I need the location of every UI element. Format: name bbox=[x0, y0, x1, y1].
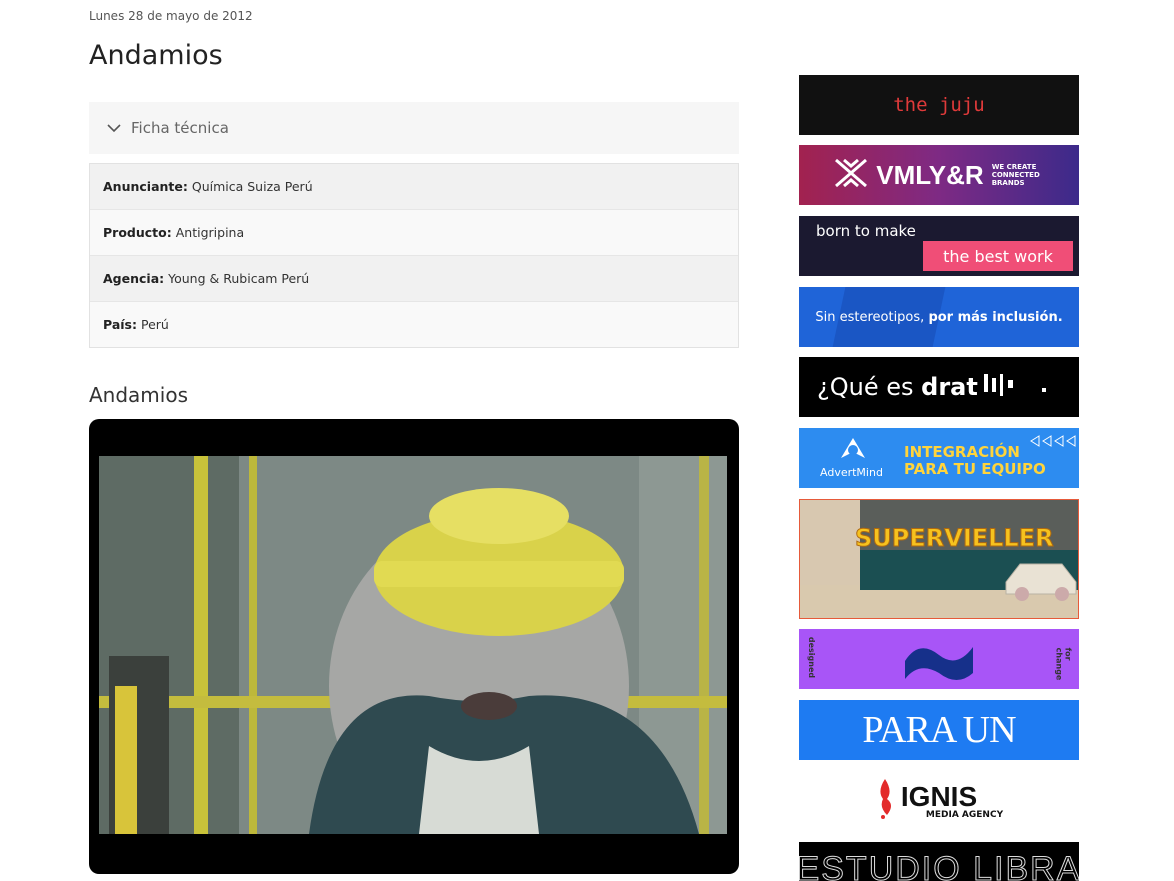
ficha-tecnica-accordion[interactable]: Ficha técnica bbox=[89, 102, 739, 154]
ad-tagline: MEDIA AGENCY bbox=[925, 809, 1004, 820]
ad-text: PARA UN bbox=[862, 709, 1016, 751]
spec-row-pais: País: Perú bbox=[90, 302, 738, 347]
ad-line1: INTEGRACIÓN bbox=[904, 443, 1020, 461]
ad-estudio-libra[interactable]: ESTUDIO LIBRA bbox=[799, 842, 1079, 881]
arrows-icon bbox=[1029, 432, 1077, 451]
ad-brand: VMLY&R bbox=[876, 159, 984, 190]
spec-row-agencia: Agencia: Young & Rubicam Perú bbox=[90, 256, 738, 302]
video-title: Andamios bbox=[89, 383, 189, 407]
ad-line2: the best work bbox=[923, 241, 1073, 271]
spec-row-anunciante: Anunciante: Química Suiza Perú bbox=[90, 164, 738, 210]
spec-value: Antigripina bbox=[175, 225, 245, 240]
spec-value: Química Suiza Perú bbox=[191, 179, 313, 194]
spec-value: Perú bbox=[140, 317, 169, 332]
advertmind-logo-icon bbox=[839, 436, 867, 468]
car-icon bbox=[1002, 552, 1078, 606]
accordion-label: Ficha técnica bbox=[131, 119, 229, 137]
ad-para-un[interactable]: PARA UN bbox=[799, 700, 1079, 760]
ad-line1: born to make bbox=[816, 222, 916, 240]
ad-inclusion[interactable]: Sin estereotipos, por más inclusión. bbox=[799, 287, 1079, 347]
ad-text: ESTUDIO LIBRA bbox=[799, 850, 1079, 881]
spec-label: Anunciante: bbox=[103, 179, 188, 194]
ad-text: SUPERVIELLER bbox=[855, 524, 1055, 553]
ad-advertmind[interactable]: AdvertMind INTEGRACIÓN PARA TU EQUIPO bbox=[799, 428, 1079, 488]
specs-table: Anunciante: Química Suiza Perú Producto:… bbox=[89, 163, 739, 348]
ad-que-es[interactable]: ¿Qué es drat bbox=[799, 357, 1079, 417]
page-title: Andamios bbox=[89, 40, 223, 71]
ad-ignis[interactable]: IGNIS MEDIA AGENCY bbox=[799, 771, 1079, 831]
video-player[interactable] bbox=[89, 419, 739, 874]
ad-text-bold: drat bbox=[921, 373, 978, 401]
post-date: Lunes 28 de mayo de 2012 bbox=[89, 9, 253, 23]
ad-vmlyr[interactable]: VMLY&R WE CREATE CONNECTED BRANDS bbox=[799, 145, 1079, 205]
spec-value: Young & Rubicam Perú bbox=[168, 271, 310, 286]
ad-tagline: WE CREATE CONNECTED BRANDS bbox=[991, 163, 1040, 187]
vml-logo-icon bbox=[834, 158, 868, 192]
flame-icon bbox=[875, 777, 895, 825]
ad-text-bold: por más inclusión. bbox=[928, 309, 1063, 325]
ad-text-normal: Sin estereotipos, bbox=[815, 309, 929, 325]
spec-label: Producto: bbox=[103, 225, 172, 240]
ad-supervieller[interactable]: SUPERVIELLER bbox=[799, 499, 1079, 619]
ad-left: designed bbox=[807, 636, 817, 679]
ad-line2: PARA TU EQUIPO bbox=[904, 460, 1046, 478]
video-thumbnail bbox=[99, 456, 727, 834]
ad-right: for change bbox=[1054, 647, 1073, 681]
ad-text-normal: ¿Qué es bbox=[817, 373, 922, 401]
video-frame-illustration bbox=[99, 456, 727, 834]
glitch-icon bbox=[982, 370, 1052, 404]
chevron-down-icon bbox=[97, 102, 131, 154]
ad-born-to-make[interactable]: born to make the best work bbox=[799, 216, 1079, 276]
ad-brand: AdvertMind bbox=[820, 466, 883, 479]
spec-label: País: bbox=[103, 317, 137, 332]
ad-designed-for-change[interactable]: designed for change bbox=[799, 629, 1079, 689]
spec-row-producto: Producto: Antigripina bbox=[90, 210, 738, 256]
ad-text: the juju bbox=[893, 94, 985, 116]
wave-icon bbox=[899, 633, 979, 689]
spec-label: Agencia: bbox=[103, 271, 165, 286]
ad-the-juju[interactable]: the juju bbox=[799, 75, 1079, 135]
ad-brand: IGNIS bbox=[900, 780, 978, 812]
